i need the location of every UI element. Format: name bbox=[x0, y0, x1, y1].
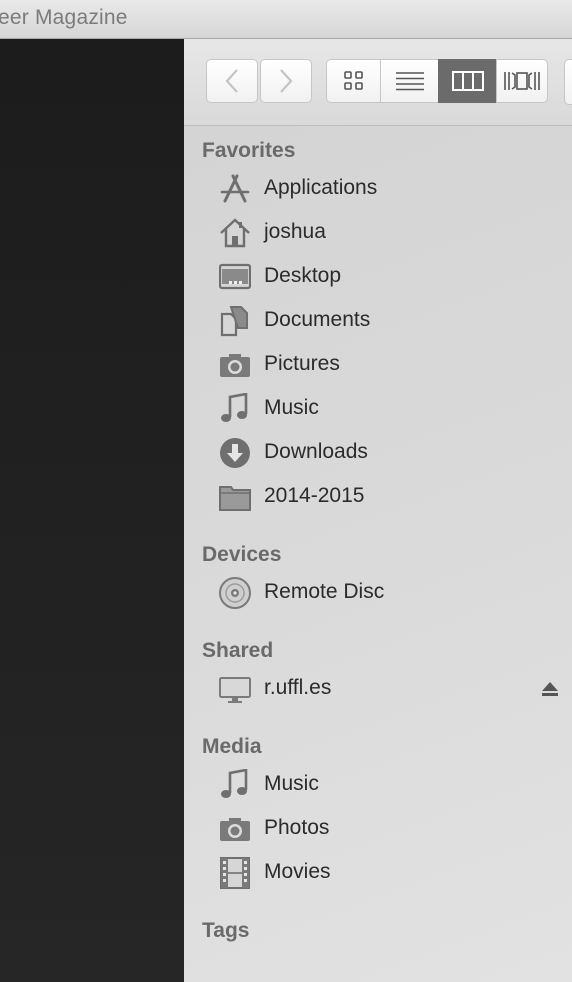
sidebar-item-movies[interactable]: Movies bbox=[184, 851, 572, 895]
home-icon bbox=[219, 217, 251, 249]
camera-icon bbox=[219, 349, 251, 381]
documents-icon bbox=[219, 305, 251, 337]
shared-header: Shared bbox=[202, 639, 274, 662]
column-view-button[interactable] bbox=[438, 59, 496, 103]
arrange-button[interactable] bbox=[564, 59, 572, 105]
sidebar-item-label: Pictures bbox=[264, 352, 340, 375]
chevron-left-icon bbox=[225, 69, 238, 93]
camera-icon bbox=[219, 813, 251, 845]
desktop-icon bbox=[219, 261, 251, 293]
film-icon bbox=[219, 857, 251, 889]
sidebar-item-remote-disc[interactable]: Remote Disc bbox=[184, 571, 572, 615]
sidebar-item-2014-2015[interactable]: 2014-2015 bbox=[184, 475, 572, 519]
monitor-icon bbox=[219, 673, 251, 705]
sidebar-item-photos[interactable]: Photos bbox=[184, 807, 572, 851]
back-button[interactable] bbox=[206, 59, 258, 103]
download-icon bbox=[219, 437, 251, 469]
eject-icon[interactable] bbox=[540, 679, 560, 699]
sidebar-item-music[interactable]: Music bbox=[184, 387, 572, 431]
applications-icon bbox=[219, 173, 251, 205]
columns-icon bbox=[451, 71, 484, 91]
music-note-icon bbox=[219, 769, 251, 801]
sidebar-item-label: Applications bbox=[264, 176, 378, 199]
music-note-icon bbox=[219, 393, 251, 425]
sidebar-item-documents[interactable]: Documents bbox=[184, 299, 572, 343]
finder-window: Favorites Applications joshua Desktop Do… bbox=[184, 39, 572, 982]
sidebar-item-label: Desktop bbox=[264, 264, 342, 287]
grid-icon bbox=[343, 71, 363, 90]
sidebar-item-pictures[interactable]: Pictures bbox=[184, 343, 572, 387]
disc-icon bbox=[219, 577, 251, 609]
forward-button[interactable] bbox=[260, 59, 312, 103]
sidebar-item-label: joshua bbox=[264, 220, 326, 243]
sidebar-item-label: Documents bbox=[264, 308, 371, 331]
sidebar-item-label: Downloads bbox=[264, 440, 368, 463]
sidebar-item-media-music[interactable]: Music bbox=[184, 763, 572, 807]
window-title: eer Magazine bbox=[0, 6, 128, 29]
chevron-right-icon bbox=[280, 69, 293, 93]
cover-flow-icon bbox=[504, 72, 540, 90]
sidebar-item-desktop[interactable]: Desktop bbox=[184, 255, 572, 299]
list-icon bbox=[395, 72, 424, 91]
sidebar-item-label: Photos bbox=[264, 816, 330, 839]
devices-header: Devices bbox=[202, 543, 282, 566]
sidebar-item-joshua[interactable]: joshua bbox=[184, 211, 572, 255]
media-header: Media bbox=[202, 735, 262, 758]
finder-toolbar bbox=[184, 39, 572, 126]
sidebar-item-label: Music bbox=[264, 772, 319, 795]
favorites-header: Favorites bbox=[202, 139, 296, 162]
sidebar-item-r-uffl-es[interactable]: r.uffl.es bbox=[184, 667, 572, 711]
sidebar-item-label: Music bbox=[264, 396, 319, 419]
navigation-buttons bbox=[206, 59, 314, 103]
sidebar-item-downloads[interactable]: Downloads bbox=[184, 431, 572, 475]
sidebar-item-label: Remote Disc bbox=[264, 580, 385, 603]
cover-flow-view-button[interactable] bbox=[496, 59, 548, 103]
sidebar-item-applications[interactable]: Applications bbox=[184, 167, 572, 211]
view-mode-buttons bbox=[326, 59, 548, 103]
tags-header: Tags bbox=[202, 919, 250, 942]
sidebar-item-label: r.uffl.es bbox=[264, 676, 332, 699]
sidebar-item-label: Movies bbox=[264, 860, 331, 883]
window-title-bar: eer Magazine bbox=[0, 0, 572, 39]
icon-view-button[interactable] bbox=[326, 59, 380, 103]
sidebar-item-label: 2014-2015 bbox=[264, 484, 365, 507]
list-view-button[interactable] bbox=[380, 59, 438, 103]
folder-icon bbox=[219, 481, 251, 513]
background-window-content bbox=[0, 39, 184, 982]
